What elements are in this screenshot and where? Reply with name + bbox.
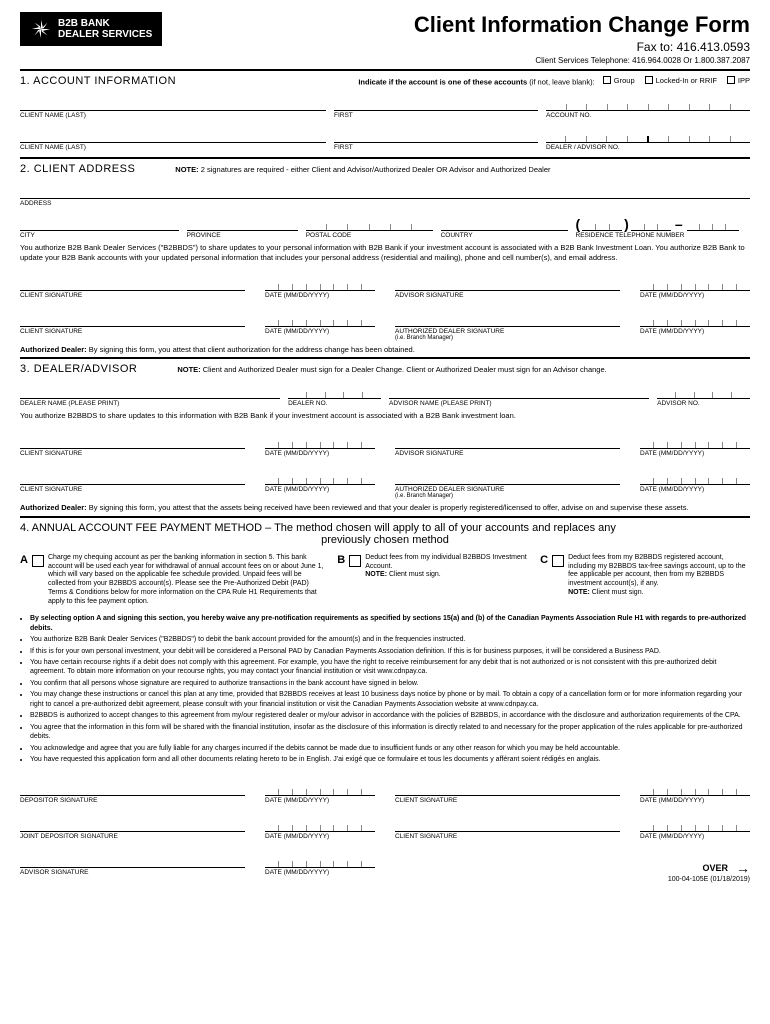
- option-a-checkbox[interactable]: [32, 555, 44, 567]
- joint-depositor-sig[interactable]: [20, 818, 245, 832]
- checkbox-group[interactable]: Group: [603, 76, 635, 85]
- s3-advisor-sig-1[interactable]: [395, 435, 620, 449]
- header: B2B BANK DEALER SERVICES Client Informat…: [20, 12, 750, 65]
- section1-heading: 1. ACCOUNT INFORMATION: [20, 75, 176, 87]
- s4-date-5[interactable]: [265, 854, 375, 868]
- form-id: 100-04-105E (01/18/2019): [640, 876, 750, 883]
- date-3[interactable]: [265, 313, 375, 327]
- country[interactable]: [441, 217, 568, 231]
- section4-heading: 4. ANNUAL ACCOUNT FEE PAYMENT METHOD – T…: [20, 522, 750, 534]
- brand-logo: B2B BANK DEALER SERVICES: [20, 12, 162, 46]
- s3-date-3[interactable]: [265, 471, 375, 485]
- brand-line2: DEALER SERVICES: [58, 29, 152, 40]
- residence-phone[interactable]: ( ) –: [576, 217, 751, 231]
- over-label: OVER: [702, 863, 728, 873]
- advisor-sig-1[interactable]: [395, 277, 620, 291]
- dealer-advisor-no[interactable]: [546, 129, 750, 143]
- first-1[interactable]: [334, 97, 538, 111]
- address[interactable]: [20, 185, 750, 199]
- option-b-checkbox[interactable]: [349, 555, 361, 567]
- date-1[interactable]: [265, 277, 375, 291]
- s4-date-3[interactable]: [265, 818, 375, 832]
- client-last-1[interactable]: [20, 97, 326, 111]
- s4-date-2[interactable]: [640, 782, 750, 796]
- checkbox-ipp[interactable]: IPP: [727, 76, 750, 85]
- client-last-2[interactable]: [20, 129, 326, 143]
- s4-client-sig-1[interactable]: [395, 782, 620, 796]
- s2-auth-text: You authorize B2B Bank Dealer Services (…: [20, 243, 750, 263]
- city[interactable]: [20, 217, 179, 231]
- option-c-checkbox[interactable]: [552, 555, 564, 567]
- checkbox-locked[interactable]: Locked-In or RRIF: [645, 76, 717, 85]
- postal-code[interactable]: [306, 217, 433, 231]
- date-4[interactable]: [640, 313, 750, 327]
- province[interactable]: [187, 217, 298, 231]
- auth-dealer-sig-1[interactable]: [395, 313, 620, 327]
- dealer-name[interactable]: [20, 385, 280, 399]
- client-sig-1[interactable]: [20, 277, 245, 291]
- s4-advisor-sig[interactable]: [20, 854, 245, 868]
- pinwheel-icon: [30, 18, 52, 40]
- section2-heading: 2. CLIENT ADDRESS: [20, 163, 135, 175]
- section4-sub: previously chosen method: [20, 534, 750, 546]
- date-2[interactable]: [640, 277, 750, 291]
- first-2[interactable]: [334, 129, 538, 143]
- arrow-right-icon: →: [736, 860, 750, 876]
- s3-auth-text: You authorize B2BBDS to share updates to…: [20, 411, 750, 421]
- form-title: Client Information Change Form: [414, 12, 750, 38]
- s3-auth-dealer-sig[interactable]: [395, 471, 620, 485]
- s4-date-1[interactable]: [265, 782, 375, 796]
- s3-client-sig-2[interactable]: [20, 471, 245, 485]
- advisor-no[interactable]: [657, 385, 750, 399]
- dealer-no[interactable]: [288, 385, 381, 399]
- phone-line: Client Services Telephone: 416.964.0028 …: [414, 56, 750, 65]
- indicate-text: Indicate if the account is one of these …: [358, 76, 750, 87]
- s3-date-2[interactable]: [640, 435, 750, 449]
- s4-date-4[interactable]: [640, 818, 750, 832]
- client-sig-2[interactable]: [20, 313, 245, 327]
- advisor-name[interactable]: [389, 385, 649, 399]
- s3-date-1[interactable]: [265, 435, 375, 449]
- terms-bullets: By selecting option A and signing this s…: [20, 614, 750, 764]
- fax-line: Fax to: 416.413.0593: [414, 40, 750, 54]
- brand-line1: B2B BANK: [58, 18, 152, 29]
- section3-heading: 3. DEALER/ADVISOR: [20, 363, 137, 375]
- s4-client-sig-2[interactable]: [395, 818, 620, 832]
- s3-date-4[interactable]: [640, 471, 750, 485]
- s3-client-sig-1[interactable]: [20, 435, 245, 449]
- account-no[interactable]: [546, 97, 750, 111]
- depositor-sig[interactable]: [20, 782, 245, 796]
